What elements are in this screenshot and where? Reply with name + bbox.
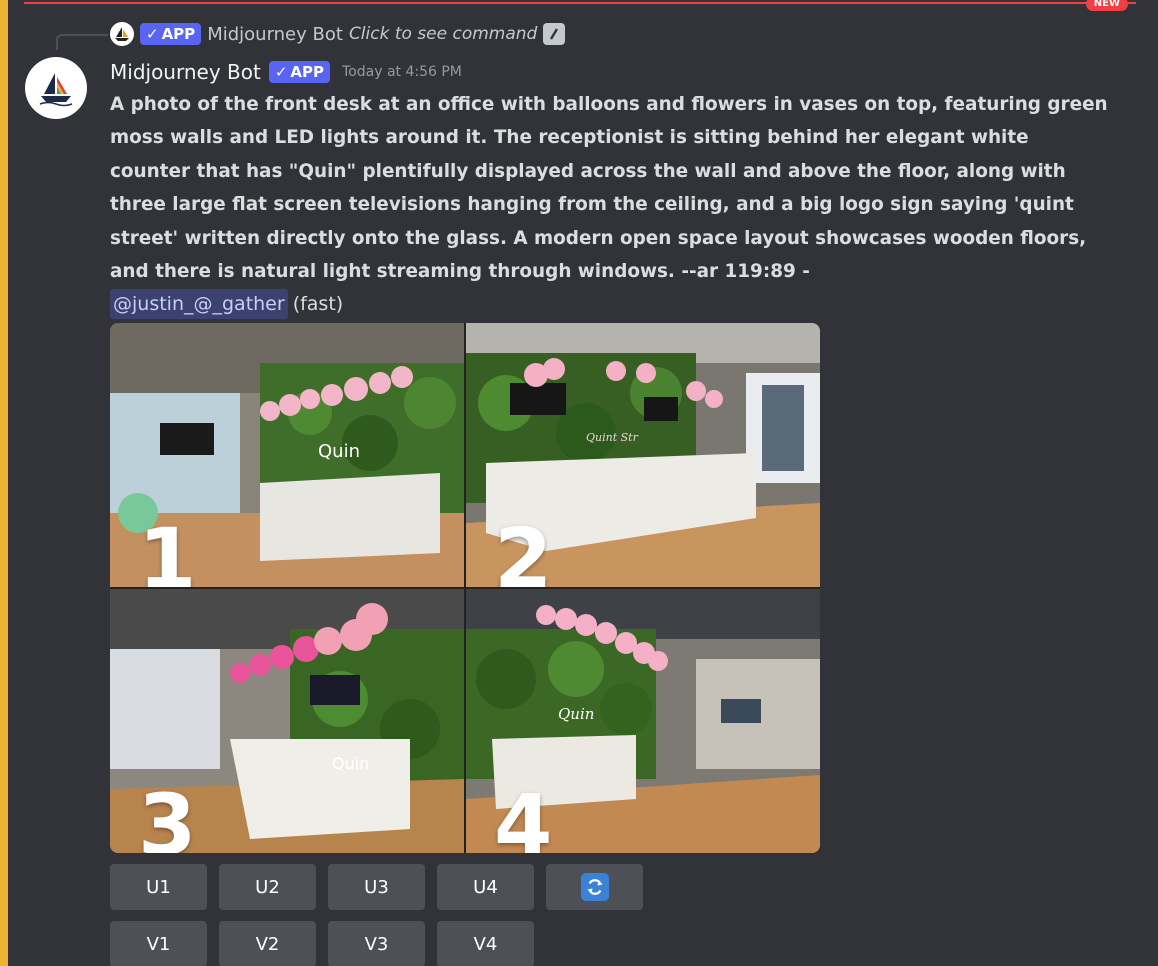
reply-author[interactable]: Midjourney Bot bbox=[207, 24, 343, 45]
check-icon: ✓ bbox=[274, 63, 288, 81]
upscale-buttons: U1 U2 U3 U4 bbox=[110, 864, 643, 910]
user-mention[interactable]: @justin_@_gather bbox=[110, 289, 288, 319]
discord-chat: NEW ✓ APP Midjourney Bot Click to see co… bbox=[0, 0, 1158, 966]
u2-button[interactable]: U2 bbox=[219, 864, 316, 910]
speed-label: (fast) bbox=[292, 293, 344, 315]
sailboat-icon bbox=[39, 73, 73, 107]
grid-image-2[interactable]: Quint Str 2 bbox=[466, 323, 820, 587]
author-name[interactable]: Midjourney Bot bbox=[110, 60, 261, 84]
v4-button[interactable]: V4 bbox=[437, 921, 534, 966]
reply-command-text[interactable]: Click to see command bbox=[349, 24, 537, 44]
check-icon: ✓ bbox=[146, 25, 159, 43]
variation-buttons: V1 V2 V3 V4 bbox=[110, 921, 534, 966]
app-tag: ✓ APP bbox=[140, 23, 202, 45]
app-tag: ✓ APP bbox=[268, 61, 331, 83]
u3-button[interactable]: U3 bbox=[328, 864, 425, 910]
tile-number-3: 3 bbox=[138, 776, 197, 853]
sailboat-icon bbox=[115, 27, 129, 41]
reply-reference[interactable]: ✓ APP Midjourney Bot Click to see comman… bbox=[110, 22, 566, 46]
timestamp[interactable]: Today at 4:56 PM bbox=[342, 64, 462, 80]
refresh-icon bbox=[580, 873, 609, 901]
grid-image-1[interactable]: Quin 1 bbox=[110, 323, 464, 587]
tile-number-2: 2 bbox=[494, 510, 553, 587]
image-grid[interactable]: Quin 1 Quint Str 2 Quin 3 Quin 4 bbox=[110, 323, 820, 853]
u4-button[interactable]: U4 bbox=[437, 864, 534, 910]
mention-highlight-bar bbox=[0, 0, 8, 966]
grid-image-3[interactable]: Quin 3 bbox=[110, 589, 464, 853]
reply-spine bbox=[56, 34, 108, 50]
new-messages-divider: NEW bbox=[24, 0, 1136, 11]
v1-button[interactable]: V1 bbox=[110, 921, 207, 966]
prompt-tail: @justin_@_gather (fast) bbox=[110, 289, 343, 319]
prompt-text: A photo of the front desk at an office w… bbox=[110, 94, 1108, 283]
quin-sign: Quin bbox=[318, 441, 360, 462]
tile-number-1: 1 bbox=[138, 510, 197, 587]
quin-sign: Quin bbox=[558, 705, 594, 723]
v3-button[interactable]: V3 bbox=[328, 921, 425, 966]
message-header: Midjourney Bot ✓ APP Today at 4:56 PM bbox=[110, 58, 462, 86]
v2-button[interactable]: V2 bbox=[219, 921, 316, 966]
slash-command-icon[interactable] bbox=[543, 23, 566, 45]
tile-number-4: 4 bbox=[494, 776, 553, 853]
u1-button[interactable]: U1 bbox=[110, 864, 207, 910]
author-avatar[interactable] bbox=[25, 57, 87, 119]
grid-image-4[interactable]: Quin 4 bbox=[466, 589, 820, 853]
quin-sign: Quint Str bbox=[586, 431, 639, 444]
new-badge: NEW bbox=[1085, 0, 1128, 11]
reroll-button[interactable] bbox=[546, 864, 643, 910]
reply-avatar[interactable] bbox=[110, 22, 134, 46]
quin-sign: Quin bbox=[332, 754, 369, 773]
